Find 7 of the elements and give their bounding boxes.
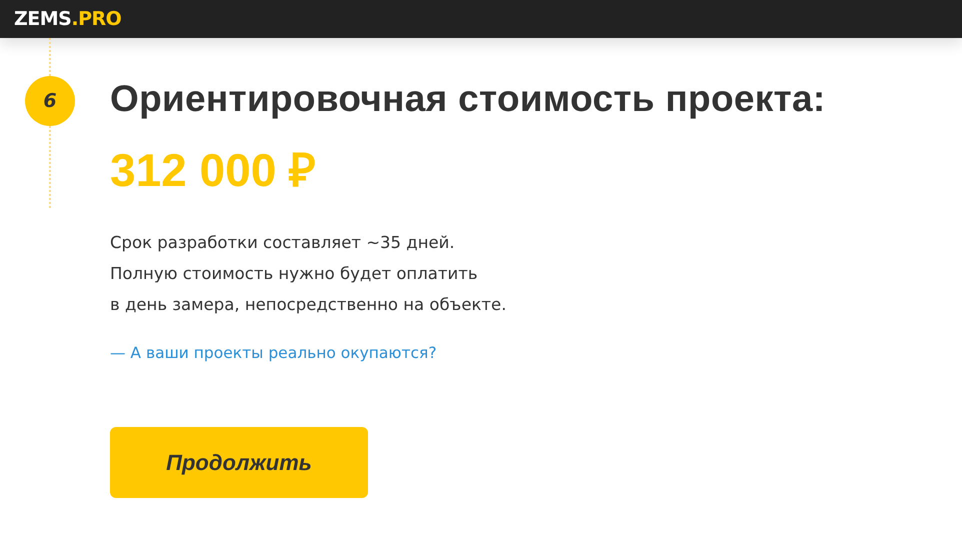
faq-link[interactable]: — А ваши проекты реально окупаются? xyxy=(110,342,437,365)
price: 312 000 ₽ xyxy=(110,143,316,198)
step-number: 6 xyxy=(25,76,75,126)
description: Срок разработки составляет ~35 дней. Полную стоимость нужно будет оплатить в день замера, непосредственно на объекте. xyxy=(110,232,506,316)
logo[interactable]: ZEMS.PRO xyxy=(14,10,122,28)
continue-button[interactable]: Продолжить xyxy=(110,426,368,498)
section-title: Ориентировочная стоимость проекта: xyxy=(110,77,826,121)
